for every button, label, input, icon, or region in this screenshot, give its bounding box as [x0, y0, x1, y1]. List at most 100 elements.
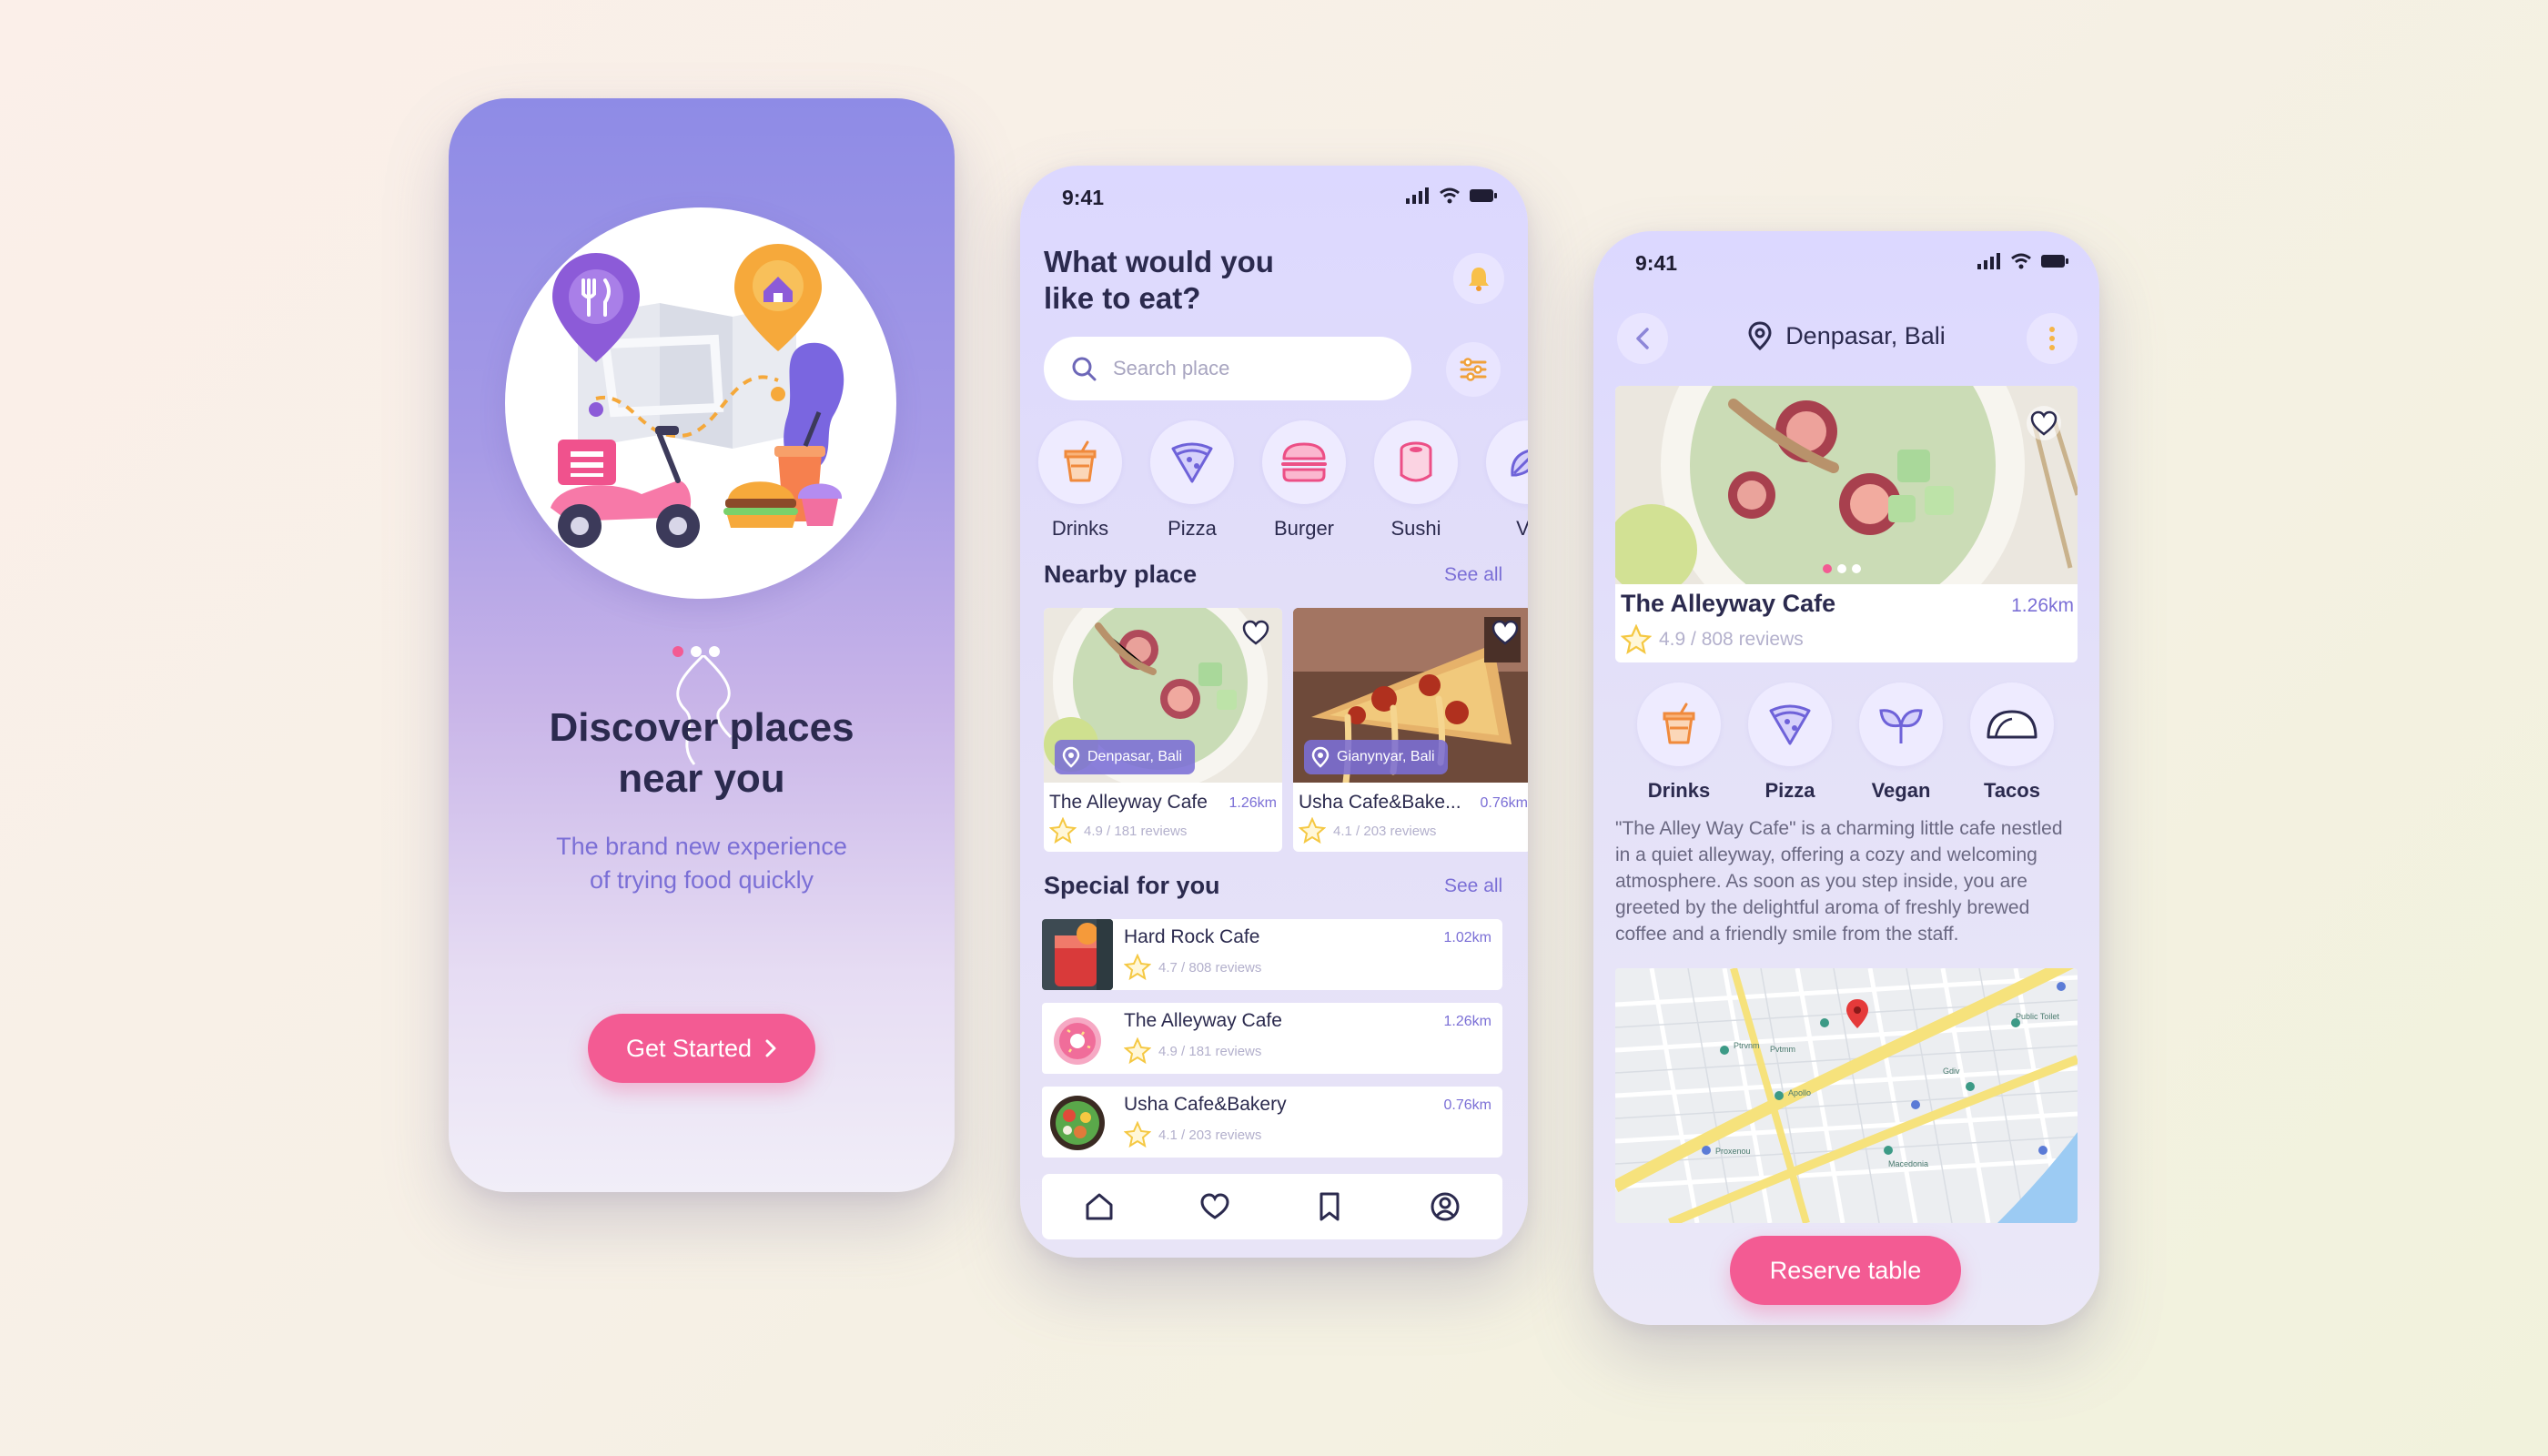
nearby-name: Usha Cafe&Bake... [1299, 792, 1461, 813]
drink-icon [1064, 440, 1097, 482]
restaurant-name: The Alleyway Cafe [1621, 590, 1836, 617]
category-sushi[interactable]: Sushi [1374, 420, 1458, 541]
category-icon-wrap [1374, 420, 1458, 504]
heart-icon [1242, 620, 1269, 645]
pagination-dot[interactable] [1837, 564, 1846, 573]
map-label: Ptrvnm [1734, 1041, 1760, 1050]
status-icons [1406, 187, 1497, 204]
heart-icon [1200, 1193, 1229, 1219]
restaurant-description: "The Alley Way Cafe" is a charming littl… [1615, 818, 2063, 945]
special-item[interactable]: The Alleyway Cafe 1.26km 4.9 / 181 revie… [1042, 1003, 1502, 1074]
category-pizza[interactable]: Pizza [1150, 420, 1234, 541]
special-see-all-link[interactable]: See all [1444, 875, 1502, 897]
heading-line: like to eat? [1044, 281, 1201, 315]
rating: 4.9 / 181 reviews [1124, 1037, 1261, 1065]
category-list: Drinks Pizza Burger Sushi Ve [1038, 420, 1528, 541]
nearby-card[interactable]: Gianynyar, Bali Usha Cafe&Bake... 0.76km… [1293, 608, 1528, 852]
category-burger[interactable]: Burger [1262, 420, 1346, 541]
pagination-dot[interactable] [1852, 564, 1861, 573]
signal-icon [1977, 253, 2000, 269]
nearby-distance: 1.26km [1228, 795, 1277, 811]
reserve-table-button[interactable]: Reserve table [1730, 1236, 1961, 1305]
category-pizza[interactable]: Pizza [1748, 682, 1832, 803]
search-bar[interactable] [1044, 337, 1411, 400]
bottom-nav [1042, 1174, 1502, 1239]
star-icon [1124, 1121, 1151, 1148]
search-input[interactable] [1113, 357, 1368, 380]
pagination-dot-active[interactable] [1823, 564, 1832, 573]
notification-button[interactable] [1453, 253, 1504, 304]
star-icon [1049, 817, 1077, 844]
category-label: Sushi [1390, 517, 1441, 540]
nav-favorites[interactable] [1188, 1179, 1242, 1234]
category-icon-wrap [1262, 420, 1346, 504]
tacos-icon [1987, 710, 2037, 739]
vegan-icon [1879, 709, 1923, 743]
onboarding-title: Discover places near you [449, 703, 955, 804]
location-tag-text: Denpasar, Bali [1087, 749, 1183, 764]
category-vegan[interactable]: Ve [1486, 420, 1528, 541]
battery-icon [1470, 189, 1497, 202]
smoothie-bowl-image [1615, 386, 2078, 584]
favorite-button[interactable] [1239, 615, 1273, 650]
category-tacos[interactable]: Tacos [1970, 682, 2054, 803]
category-label: Ve [1516, 517, 1528, 540]
nav-profile[interactable] [1418, 1179, 1472, 1234]
map-label: Apollo [1788, 1088, 1812, 1097]
sushi-icon [1400, 441, 1432, 482]
category-drinks[interactable]: Drinks [1038, 420, 1122, 541]
restaurant-distance: 1.26km [2011, 595, 2074, 616]
category-label: Pizza [1168, 517, 1217, 540]
heading-line: What would you [1044, 245, 1274, 278]
category-label: Pizza [1764, 779, 1815, 802]
nearby-photo: Gianynyar, Bali [1293, 608, 1528, 783]
category-label: Drinks [1051, 517, 1109, 540]
map-label: Gdiv [1943, 1067, 1960, 1076]
home-heading: What would you like to eat? [1044, 244, 1317, 317]
heart-icon [1491, 620, 1519, 645]
special-title: Special for you [1044, 872, 1220, 899]
favorite-button[interactable] [1488, 615, 1522, 650]
map-label: Pvtmm [1770, 1045, 1795, 1054]
category-icon-wrap [1970, 682, 2054, 766]
category-label: Drinks [1647, 779, 1711, 802]
star-icon [1621, 624, 1652, 654]
battery-icon [2041, 255, 2068, 268]
nearby-see-all-link[interactable]: See all [1444, 564, 1502, 586]
get-started-button[interactable]: Get Started [588, 1014, 815, 1083]
status-time: 9:41 [1062, 186, 1105, 209]
bell-icon [1469, 268, 1489, 291]
category-icon-wrap [1637, 682, 1721, 766]
special-thumb [1042, 1087, 1113, 1158]
star-icon [1124, 1037, 1151, 1065]
star-icon [1299, 817, 1326, 844]
status-icons [1977, 253, 2068, 269]
special-thumb [1042, 1003, 1113, 1074]
delivery-illustration-icon [551, 244, 844, 548]
rating: 4.1 / 203 reviews [1124, 1121, 1261, 1148]
restaurant-card[interactable]: The Alleyway Cafe 1.26km 4.9 / 808 revie… [1615, 386, 2078, 662]
map-pin-icon [1062, 746, 1080, 768]
filter-button[interactable] [1446, 342, 1501, 397]
special-item[interactable]: Usha Cafe&Bakery 0.76km 4.1 / 203 review… [1042, 1087, 1502, 1158]
favorite-button[interactable] [2027, 406, 2061, 440]
nearby-card[interactable]: Denpasar, Bali The Alleyway Cafe 1.26km … [1044, 608, 1282, 852]
special-name: Hard Rock Cafe [1124, 926, 1260, 947]
special-item[interactable]: Hard Rock Cafe 1.02km 4.7 / 808 reviews [1042, 919, 1502, 990]
more-vertical-icon [2049, 327, 2055, 350]
category-icon-wrap [1150, 420, 1234, 504]
restaurant-categories: Drinks Pizza Vegan Tacos [1637, 682, 2054, 803]
special-distance: 0.76km [1443, 1097, 1491, 1113]
nav-saved[interactable] [1302, 1179, 1357, 1234]
nearby-name: The Alleyway Cafe [1049, 792, 1208, 813]
rating-text: 4.1 / 203 reviews [1333, 823, 1437, 839]
category-drinks[interactable]: Drinks [1637, 682, 1721, 803]
category-vegan[interactable]: Vegan [1859, 682, 1943, 803]
map-label: Macedonia [1888, 1159, 1929, 1168]
heart-icon [2030, 410, 2058, 436]
more-options-button[interactable] [2027, 313, 2078, 364]
cocktail-image [1042, 919, 1113, 990]
nav-home[interactable] [1072, 1179, 1127, 1234]
rating: 4.9 / 181 reviews [1049, 817, 1187, 844]
restaurant-map[interactable]: Pvtmm Gdiv Apollo Ptrvnm Macedonia Proxe… [1615, 968, 2078, 1223]
